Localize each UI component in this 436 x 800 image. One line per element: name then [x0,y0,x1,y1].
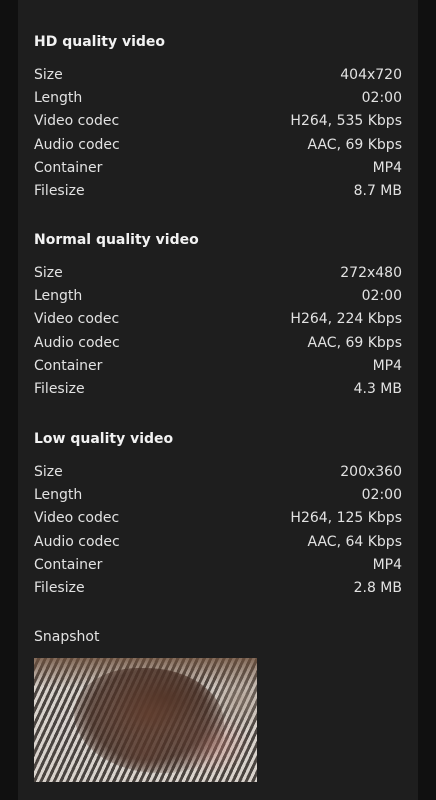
snapshot-image[interactable] [34,658,257,782]
info-row-size: Size 272x480 [34,262,402,285]
row-label: Filesize [34,380,85,397]
info-row-filesize: Filesize 2.8 MB [34,577,402,600]
row-label: Container [34,159,103,176]
info-row-length: Length 02:00 [34,285,402,308]
info-row-filesize: Filesize 4.3 MB [34,378,402,401]
row-label: Video codec [34,311,120,328]
row-value: 404x720 [340,67,402,83]
video-info-panel: HD quality video Size 404x720 Length 02:00… [18,0,418,800]
row-value: H264, 125 Kbps [290,510,402,527]
section-title: Normal quality video [34,232,199,248]
row-value: AAC, 69 Kbps [307,136,403,153]
row-label: Container [34,556,103,573]
low-quality-section: Low quality video Size 200x360 Length 02:0… [34,429,402,600]
row-value: H264, 224 Kbps [290,311,402,328]
row-value: 272x480 [340,265,402,281]
row-value: 8.7 MB [353,182,402,199]
row-label: Audio codec [34,334,120,351]
row-value: 4.3 MB [353,380,402,397]
info-row-video-codec: Video codec H264, 535 Kbps [34,110,402,133]
row-label: Video codec [34,510,120,527]
info-row-video-codec: Video codec H264, 125 Kbps [34,507,402,530]
info-row-audio-codec: Audio codec AAC, 69 Kbps [34,332,402,355]
row-label: Container [34,357,103,374]
row-label: Length [34,90,83,107]
row-value: AAC, 64 Kbps [307,533,403,550]
hd-quality-section: HD quality video Size 404x720 Length 02:00… [34,32,402,203]
row-label: Size [34,265,63,281]
row-value: 02:00 [361,487,402,504]
section-title: HD quality video [34,34,165,50]
row-value: 02:00 [361,288,402,305]
row-value: AAC, 69 Kbps [307,334,403,351]
row-value: MP4 [372,357,402,374]
row-label: Video codec [34,113,120,130]
row-value: 02:00 [361,90,402,107]
info-row-size: Size 404x720 [34,64,402,87]
snapshot-label: Snapshot [34,629,100,645]
info-row-container: Container MP4 [34,157,402,180]
info-row-length: Length 02:00 [34,87,402,110]
row-label: Filesize [34,182,85,199]
snapshot-image-subject [74,668,224,773]
info-row-video-codec: Video codec H264, 224 Kbps [34,308,402,331]
row-label: Length [34,487,83,504]
info-row-container: Container MP4 [34,355,402,378]
section-title: Low quality video [34,431,174,447]
row-label: Length [34,288,83,305]
info-row-container: Container MP4 [34,554,402,577]
info-row-length: Length 02:00 [34,484,402,507]
row-label: Audio codec [34,136,120,153]
row-value: MP4 [372,556,402,573]
row-value: H264, 535 Kbps [290,113,402,130]
row-label: Size [34,464,63,480]
info-row-filesize: Filesize 8.7 MB [34,180,402,203]
row-label: Audio codec [34,533,120,550]
info-row-size: Size 200x360 [34,461,402,484]
row-value: 200x360 [340,464,402,480]
row-label: Size [34,67,63,83]
row-value: 2.8 MB [353,579,402,596]
info-row-audio-codec: Audio codec AAC, 69 Kbps [34,134,402,157]
normal-quality-section: Normal quality video Size 272x480 Length 0… [34,230,402,401]
row-label: Filesize [34,579,85,596]
info-row-audio-codec: Audio codec AAC, 64 Kbps [34,531,402,554]
row-value: MP4 [372,159,402,176]
